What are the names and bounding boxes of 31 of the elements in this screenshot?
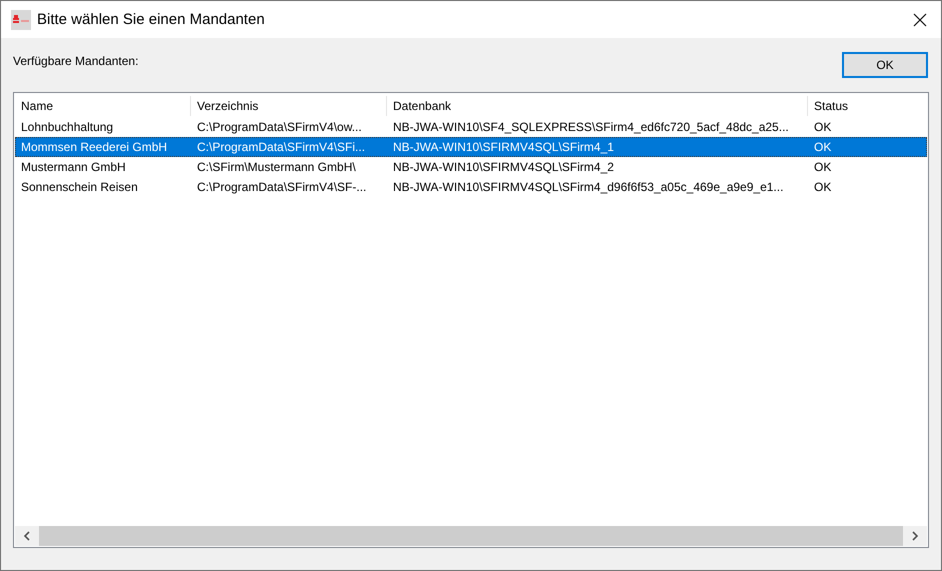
column-header[interactable]: Name bbox=[15, 96, 191, 116]
app-logo-icon bbox=[11, 10, 31, 30]
table-row[interactable]: Mustermann GmbH C:\SFirm\Mustermann GmbH\ NB-JWA-WIN10\SFIRMV4SQL\SFirm4_2 OK bbox=[15, 157, 927, 177]
table-cell-text: C:\ProgramData\SFirmV4\SF-... bbox=[196, 180, 368, 194]
table-cell-text: OK bbox=[813, 180, 832, 194]
table-cell-text: OK bbox=[813, 140, 832, 154]
scroll-left-icon[interactable] bbox=[23, 531, 31, 541]
ok-button[interactable]: OK bbox=[842, 52, 928, 78]
table-row[interactable]: Lohnbuchhaltung C:\ProgramData\SFirmV4\ow... NB-JWA-WIN10\SF4_SQLEXPRESS\SFirm4_ed6fc720_5acf_48dc_a25... OK bbox=[15, 117, 927, 137]
table-cell-text: NB-JWA-WIN10\SFIRMV4SQL\SFirm4_2 bbox=[392, 160, 615, 174]
table-cell-text: Mommsen Reederei GmbH bbox=[20, 140, 168, 154]
table-row[interactable]: Mommsen Reederei GmbH C:\ProgramData\SFirmV4\SFi... NB-JWA-WIN10\SFIRMV4SQL\SFirm4_1 OK bbox=[15, 137, 927, 157]
table-cell-text: C:\ProgramData\SFirmV4\SFi... bbox=[196, 140, 366, 154]
column-header[interactable]: Datenbank bbox=[387, 96, 808, 116]
scroll-right-icon[interactable] bbox=[911, 531, 919, 541]
table-cell-text: NB-JWA-WIN10\SFIRMV4SQL\SFirm4_1 bbox=[392, 140, 615, 154]
table-cell-text: Sonnenschein Reisen bbox=[20, 180, 139, 194]
table-cell-text: C:\SFirm\Mustermann GmbH\ bbox=[196, 160, 357, 174]
table-cell-text: NB-JWA-WIN10\SFIRMV4SQL\SFirm4_d96f6f53_a05c_469e_a9e9_e1... bbox=[392, 180, 784, 194]
table-cell-text: C:\ProgramData\SFirmV4\ow... bbox=[196, 120, 363, 134]
close-icon[interactable] bbox=[913, 12, 927, 26]
table-cell-text: OK bbox=[813, 160, 832, 174]
table-cell-text: OK bbox=[813, 120, 832, 134]
table-cell-text: NB-JWA-WIN10\SF4_SQLEXPRESS\SFirm4_ed6fc720_5acf_48dc_a25... bbox=[392, 120, 790, 134]
table-row[interactable]: Sonnenschein Reisen C:\ProgramData\SFirmV4\SF-... NB-JWA-WIN10\SFIRMV4SQL\SFirm4_d96f6f53_a05c_469e_a9e9_e1... OK bbox=[15, 177, 927, 197]
window-title: Bitte wählen Sie einen Mandanten bbox=[37, 11, 266, 28]
column-header[interactable]: Verzeichnis bbox=[191, 96, 387, 116]
column-header[interactable]: Status bbox=[808, 96, 927, 116]
table-cell-text: Lohnbuchhaltung bbox=[20, 120, 114, 134]
list-label: Verfügbare Mandanten: bbox=[13, 54, 138, 68]
table-cell-text: Mustermann GmbH bbox=[20, 160, 127, 174]
